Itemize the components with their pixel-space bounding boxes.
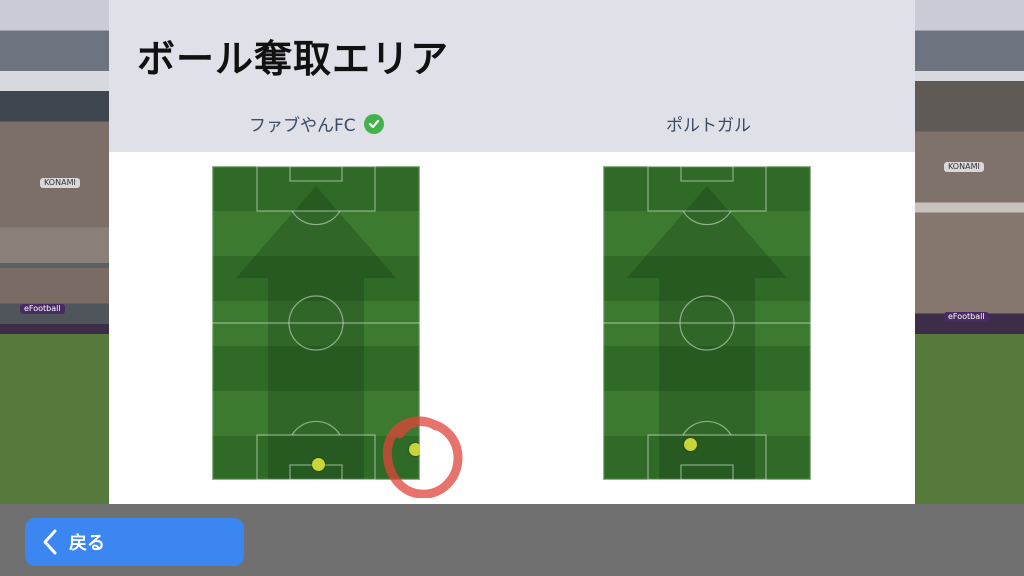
team-home: ファブやんFC <box>249 111 384 136</box>
page-title: ボール奪取エリア <box>137 37 450 81</box>
banner-right: KONAMI <box>944 162 984 172</box>
adboard-left: eFootball <box>20 304 65 314</box>
banner-left: KONAMI <box>40 178 80 188</box>
team-away-name: ポルトガル <box>666 116 751 136</box>
stadium-right <box>904 0 1024 506</box>
team-home-name: ファブやんFC <box>249 116 356 136</box>
annotation-circle <box>382 416 463 498</box>
check-circle-icon <box>363 113 384 134</box>
back-button-label: 戻る <box>69 533 105 554</box>
attack-direction-arrow-icon <box>627 186 787 480</box>
stadium-left <box>0 0 120 506</box>
attack-direction-arrow-icon <box>236 186 396 480</box>
chevron-left-icon <box>43 529 57 555</box>
adboard-right: eFootball <box>944 312 989 322</box>
back-button[interactable]: 戻る <box>25 518 244 566</box>
panel-header: ボール奪取エリア ファブやんFC ポルトガル <box>109 0 915 152</box>
ball-recovery-marker <box>312 458 325 471</box>
ball-recovery-marker <box>684 438 697 451</box>
pitch-away <box>603 166 811 480</box>
